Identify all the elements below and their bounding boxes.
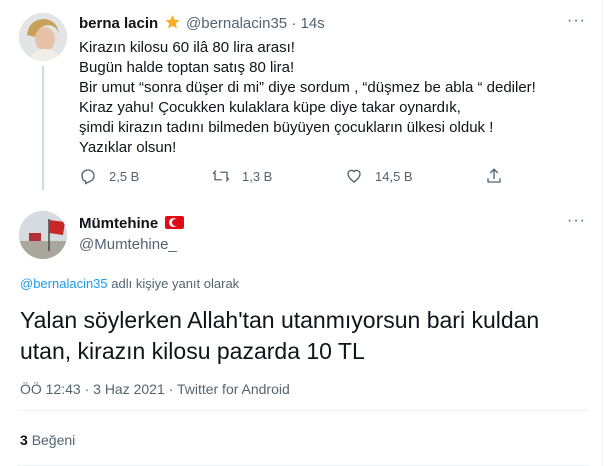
tweet-meta: @bernalacin35 · 14s <box>186 15 325 32</box>
replying-to: @bernalacin35 adlı kişiye yanıt olarak <box>20 276 239 291</box>
tweet-time[interactable]: 14s <box>300 15 324 32</box>
more-options-icon[interactable]: ··· <box>567 12 586 30</box>
like-action[interactable]: 14,5 B <box>345 167 413 185</box>
meta-separator: · <box>291 15 297 32</box>
replying-to-label: adlı kişiye yanıt olarak <box>111 276 240 291</box>
likes-summary[interactable]: 3 Beğeni <box>20 432 75 448</box>
reply-author-name-text[interactable]: Mümtehine <box>79 215 158 232</box>
replying-to-handle[interactable]: @bernalacin35 <box>20 276 108 291</box>
retweet-count: 1,3 B <box>242 168 273 184</box>
author-handle[interactable]: @bernalacin35 <box>186 15 287 32</box>
reply-text: Yalan söylerken Allah'tan utanmıyorsun b… <box>20 307 540 364</box>
author-name-text[interactable]: berna lacin <box>79 15 158 32</box>
reply-count: 2,5 B <box>109 168 140 184</box>
thread-connector-line <box>42 66 44 190</box>
author-name[interactable]: berna lacin <box>79 14 181 35</box>
reply-more-options-icon[interactable]: ··· <box>567 212 586 230</box>
likes-count: 3 <box>20 432 28 448</box>
share-icon <box>487 168 501 183</box>
tweet-text: Kirazın kilosu 60 ilâ 80 lira arası! Bug… <box>79 39 536 156</box>
reply-author-name[interactable]: Mümtehine <box>79 215 185 232</box>
avatar-mumtehine[interactable] <box>19 211 67 259</box>
reply-action[interactable]: 2,5 B <box>79 167 139 185</box>
avatar-berna[interactable] <box>19 13 67 61</box>
turkish-flag-icon <box>165 216 185 229</box>
retweet-icon <box>212 170 230 182</box>
reply-meta[interactable]: ÖÖ 12:43 · 3 Haz 2021 · Twitter for Andr… <box>20 381 290 397</box>
reply-author-handle[interactable]: @Mumtehine_ <box>79 236 177 253</box>
retweet-action[interactable]: 1,3 B <box>212 167 272 185</box>
like-count: 14,5 B <box>375 168 413 184</box>
heart-icon <box>347 169 361 183</box>
reply-icon <box>81 169 95 185</box>
verified-badge-icon <box>164 14 181 35</box>
likes-label: Beğeni <box>31 432 76 448</box>
share-action[interactable] <box>485 167 515 185</box>
tweet-thread: berna lacin @bernalacin35 · 14s ··· Kira… <box>0 0 603 466</box>
divider <box>17 410 589 411</box>
